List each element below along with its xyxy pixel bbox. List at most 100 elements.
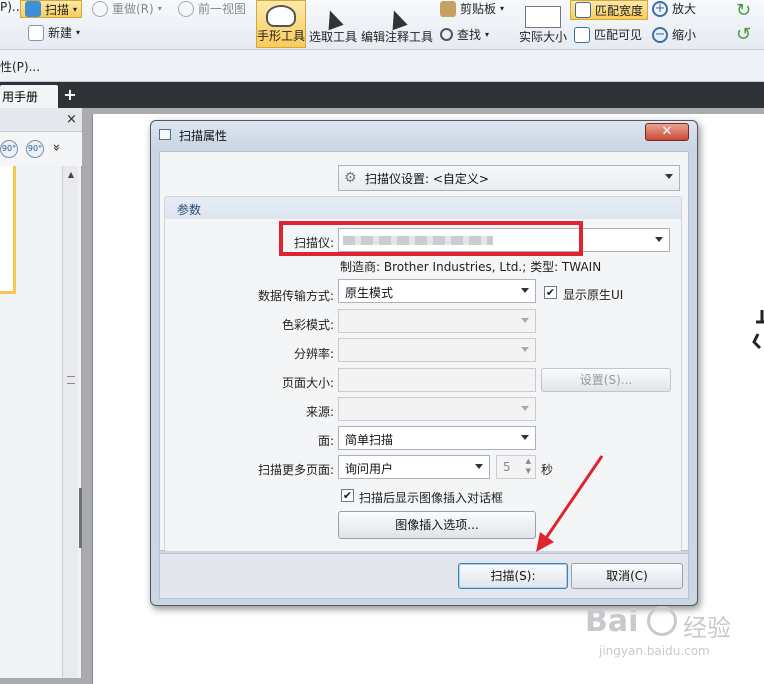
chevron-down-icon: ▾ bbox=[500, 4, 505, 13]
back-arrow-icon bbox=[178, 0, 194, 17]
page-size-label: 页面大小: bbox=[281, 376, 334, 390]
zoom-in-label: 放大 bbox=[672, 2, 697, 16]
document-tab[interactable]: 用手册 bbox=[0, 85, 58, 108]
color-mode-label: 色彩模式: bbox=[281, 318, 334, 332]
hand-icon bbox=[266, 5, 296, 27]
transfer-mode-select[interactable]: 原生模式 bbox=[338, 279, 536, 303]
scan-submit-label: 扫描(S): bbox=[490, 569, 536, 583]
zoom-out-button[interactable]: − 缩小 bbox=[652, 26, 696, 43]
page-thumbnail[interactable] bbox=[0, 166, 16, 294]
chevron-down-icon: ▾ bbox=[485, 30, 490, 39]
scroll-grip-icon[interactable] bbox=[67, 376, 75, 384]
fit-visible-icon bbox=[574, 26, 590, 43]
resolution-select[interactable] bbox=[338, 338, 536, 362]
zoom-in-icon: + bbox=[652, 0, 668, 17]
manufacturer-text: 制造商: Brother Industries, Ltd.; 类型: TWAIN bbox=[340, 260, 602, 274]
paw-icon bbox=[647, 606, 677, 636]
scan-button[interactable]: 扫描 ▾ bbox=[20, 0, 83, 18]
show-native-ui-checkbox[interactable]: ✔ bbox=[544, 286, 557, 299]
left-navigation-panel: × 90° 90° » ▲ bbox=[0, 108, 82, 678]
image-insert-options-button[interactable]: 图像插入选项... bbox=[338, 511, 536, 539]
scanner-preset-select[interactable]: ⚙ 扫描仪设置: <自定义> bbox=[338, 165, 680, 191]
parameters-group-header: 参数 bbox=[165, 197, 681, 219]
redo-button[interactable]: 重做(R) ▾ bbox=[92, 0, 162, 17]
zoom-in-button[interactable]: + 放大 bbox=[652, 0, 696, 17]
select-tool-button[interactable]: 选取工具 bbox=[308, 0, 358, 48]
show-insert-dialog-checkbox[interactable]: ✔ bbox=[341, 489, 354, 502]
panel-toolbar: 90° 90° » bbox=[0, 132, 82, 166]
side-value: 简单扫描 bbox=[345, 433, 394, 447]
panel-splitter[interactable] bbox=[79, 488, 82, 548]
hand-tool-button[interactable]: 手形工具 bbox=[256, 0, 306, 48]
window-icon bbox=[159, 129, 171, 140]
new-label: 新建 bbox=[48, 26, 73, 40]
redo-icon bbox=[92, 0, 108, 17]
scan-submit-button[interactable]: 扫描(S): bbox=[458, 563, 568, 589]
zoom-out-icon: − bbox=[652, 26, 668, 43]
actual-size-icon bbox=[525, 6, 561, 28]
prev-view-button[interactable]: 前一视图 bbox=[178, 0, 246, 17]
plus-icon: + bbox=[63, 85, 77, 104]
parameters-title: 参数 bbox=[177, 203, 202, 217]
chevron-down-icon bbox=[665, 174, 673, 179]
fit-width-button[interactable]: 匹配宽度 bbox=[570, 0, 649, 20]
cancel-button-label: 取消(C) bbox=[606, 569, 648, 583]
red-arrow-annotation bbox=[536, 455, 604, 552]
rotate-left-icon[interactable]: ↺ bbox=[736, 24, 751, 45]
find-label: 查找 bbox=[457, 28, 482, 42]
cursor-icon bbox=[322, 7, 344, 31]
dialog-title: 扫描属性 bbox=[179, 129, 228, 143]
show-native-ui-label: 显示原生UI bbox=[563, 288, 624, 302]
cancel-button[interactable]: 取消(C) bbox=[571, 563, 683, 589]
settings-button-label: 设置(S)... bbox=[579, 373, 633, 387]
actual-size-button[interactable]: 实际大小 bbox=[516, 0, 570, 48]
properties-label: 性(P)... bbox=[0, 60, 41, 74]
page-size-field[interactable] bbox=[338, 368, 536, 392]
side-label: 面: bbox=[317, 434, 334, 448]
panel-scrollbar[interactable]: ▲ bbox=[62, 166, 78, 678]
clipboard-icon bbox=[440, 0, 456, 17]
properties-menu-item[interactable]: 性(P)... bbox=[0, 58, 40, 75]
actual-size-label: 实际大小 bbox=[518, 30, 567, 44]
chevron-down-icon: ▾ bbox=[157, 4, 162, 13]
dialog-close-button[interactable]: ✕ bbox=[645, 123, 689, 141]
seconds-value: 5 bbox=[503, 460, 511, 474]
document-tab-bar: 用手册 + bbox=[0, 82, 764, 108]
add-tab-button[interactable]: + bbox=[62, 87, 78, 103]
rotate-left-90-icon[interactable]: 90° bbox=[0, 140, 18, 158]
menu-row: 性(P)... bbox=[0, 50, 764, 82]
panel-header: × bbox=[0, 108, 82, 132]
zoom-out-label: 缩小 bbox=[672, 28, 697, 42]
scan-label: 扫描 bbox=[45, 2, 70, 17]
rotate-right-icon[interactable]: ↻ bbox=[736, 0, 751, 21]
rotate-right-90-icon[interactable]: 90° bbox=[26, 140, 44, 158]
new-button[interactable]: 新建 ▾ bbox=[28, 24, 80, 41]
panel-close-icon[interactable]: × bbox=[66, 112, 77, 127]
fit-width-label: 匹配宽度 bbox=[595, 3, 644, 18]
chevron-down-icon bbox=[521, 347, 529, 352]
preset-label: 扫描仪设置: <自定义> bbox=[365, 172, 489, 186]
more-pages-select[interactable]: 询问用户 bbox=[338, 455, 490, 479]
color-mode-select[interactable] bbox=[338, 309, 536, 333]
clipboard-button[interactable]: 剪贴板 ▾ bbox=[440, 0, 504, 17]
side-select[interactable]: 简单扫描 bbox=[338, 426, 536, 450]
chevron-down-icon bbox=[521, 288, 529, 293]
watermark-url: jingyan.baidu.com bbox=[599, 644, 710, 658]
resolution-label: 分辨率: bbox=[293, 347, 334, 361]
settings-button[interactable]: 设置(S)... bbox=[541, 368, 671, 392]
more-pages-value: 询问用户 bbox=[345, 462, 394, 476]
source-select[interactable] bbox=[338, 397, 536, 421]
edit-annotation-tool-button[interactable]: 编辑注释工具 bbox=[360, 0, 434, 48]
watermark-brand-cn: 经验 bbox=[683, 614, 731, 642]
find-button[interactable]: 查找 ▾ bbox=[440, 26, 489, 43]
more-options-icon[interactable]: » bbox=[48, 144, 63, 152]
chevron-down-icon: ▾ bbox=[73, 4, 78, 14]
source-label: 来源: bbox=[305, 405, 334, 419]
find-icon bbox=[440, 28, 453, 41]
chevron-down-icon: ▾ bbox=[76, 28, 81, 37]
highlight-box bbox=[279, 221, 583, 256]
redo-label: 重做(R) bbox=[112, 2, 154, 16]
fit-visible-button[interactable]: 匹配可见 bbox=[574, 26, 642, 43]
scroll-up-icon[interactable]: ▲ bbox=[66, 170, 76, 180]
gear-icon: ⚙ bbox=[344, 170, 357, 186]
